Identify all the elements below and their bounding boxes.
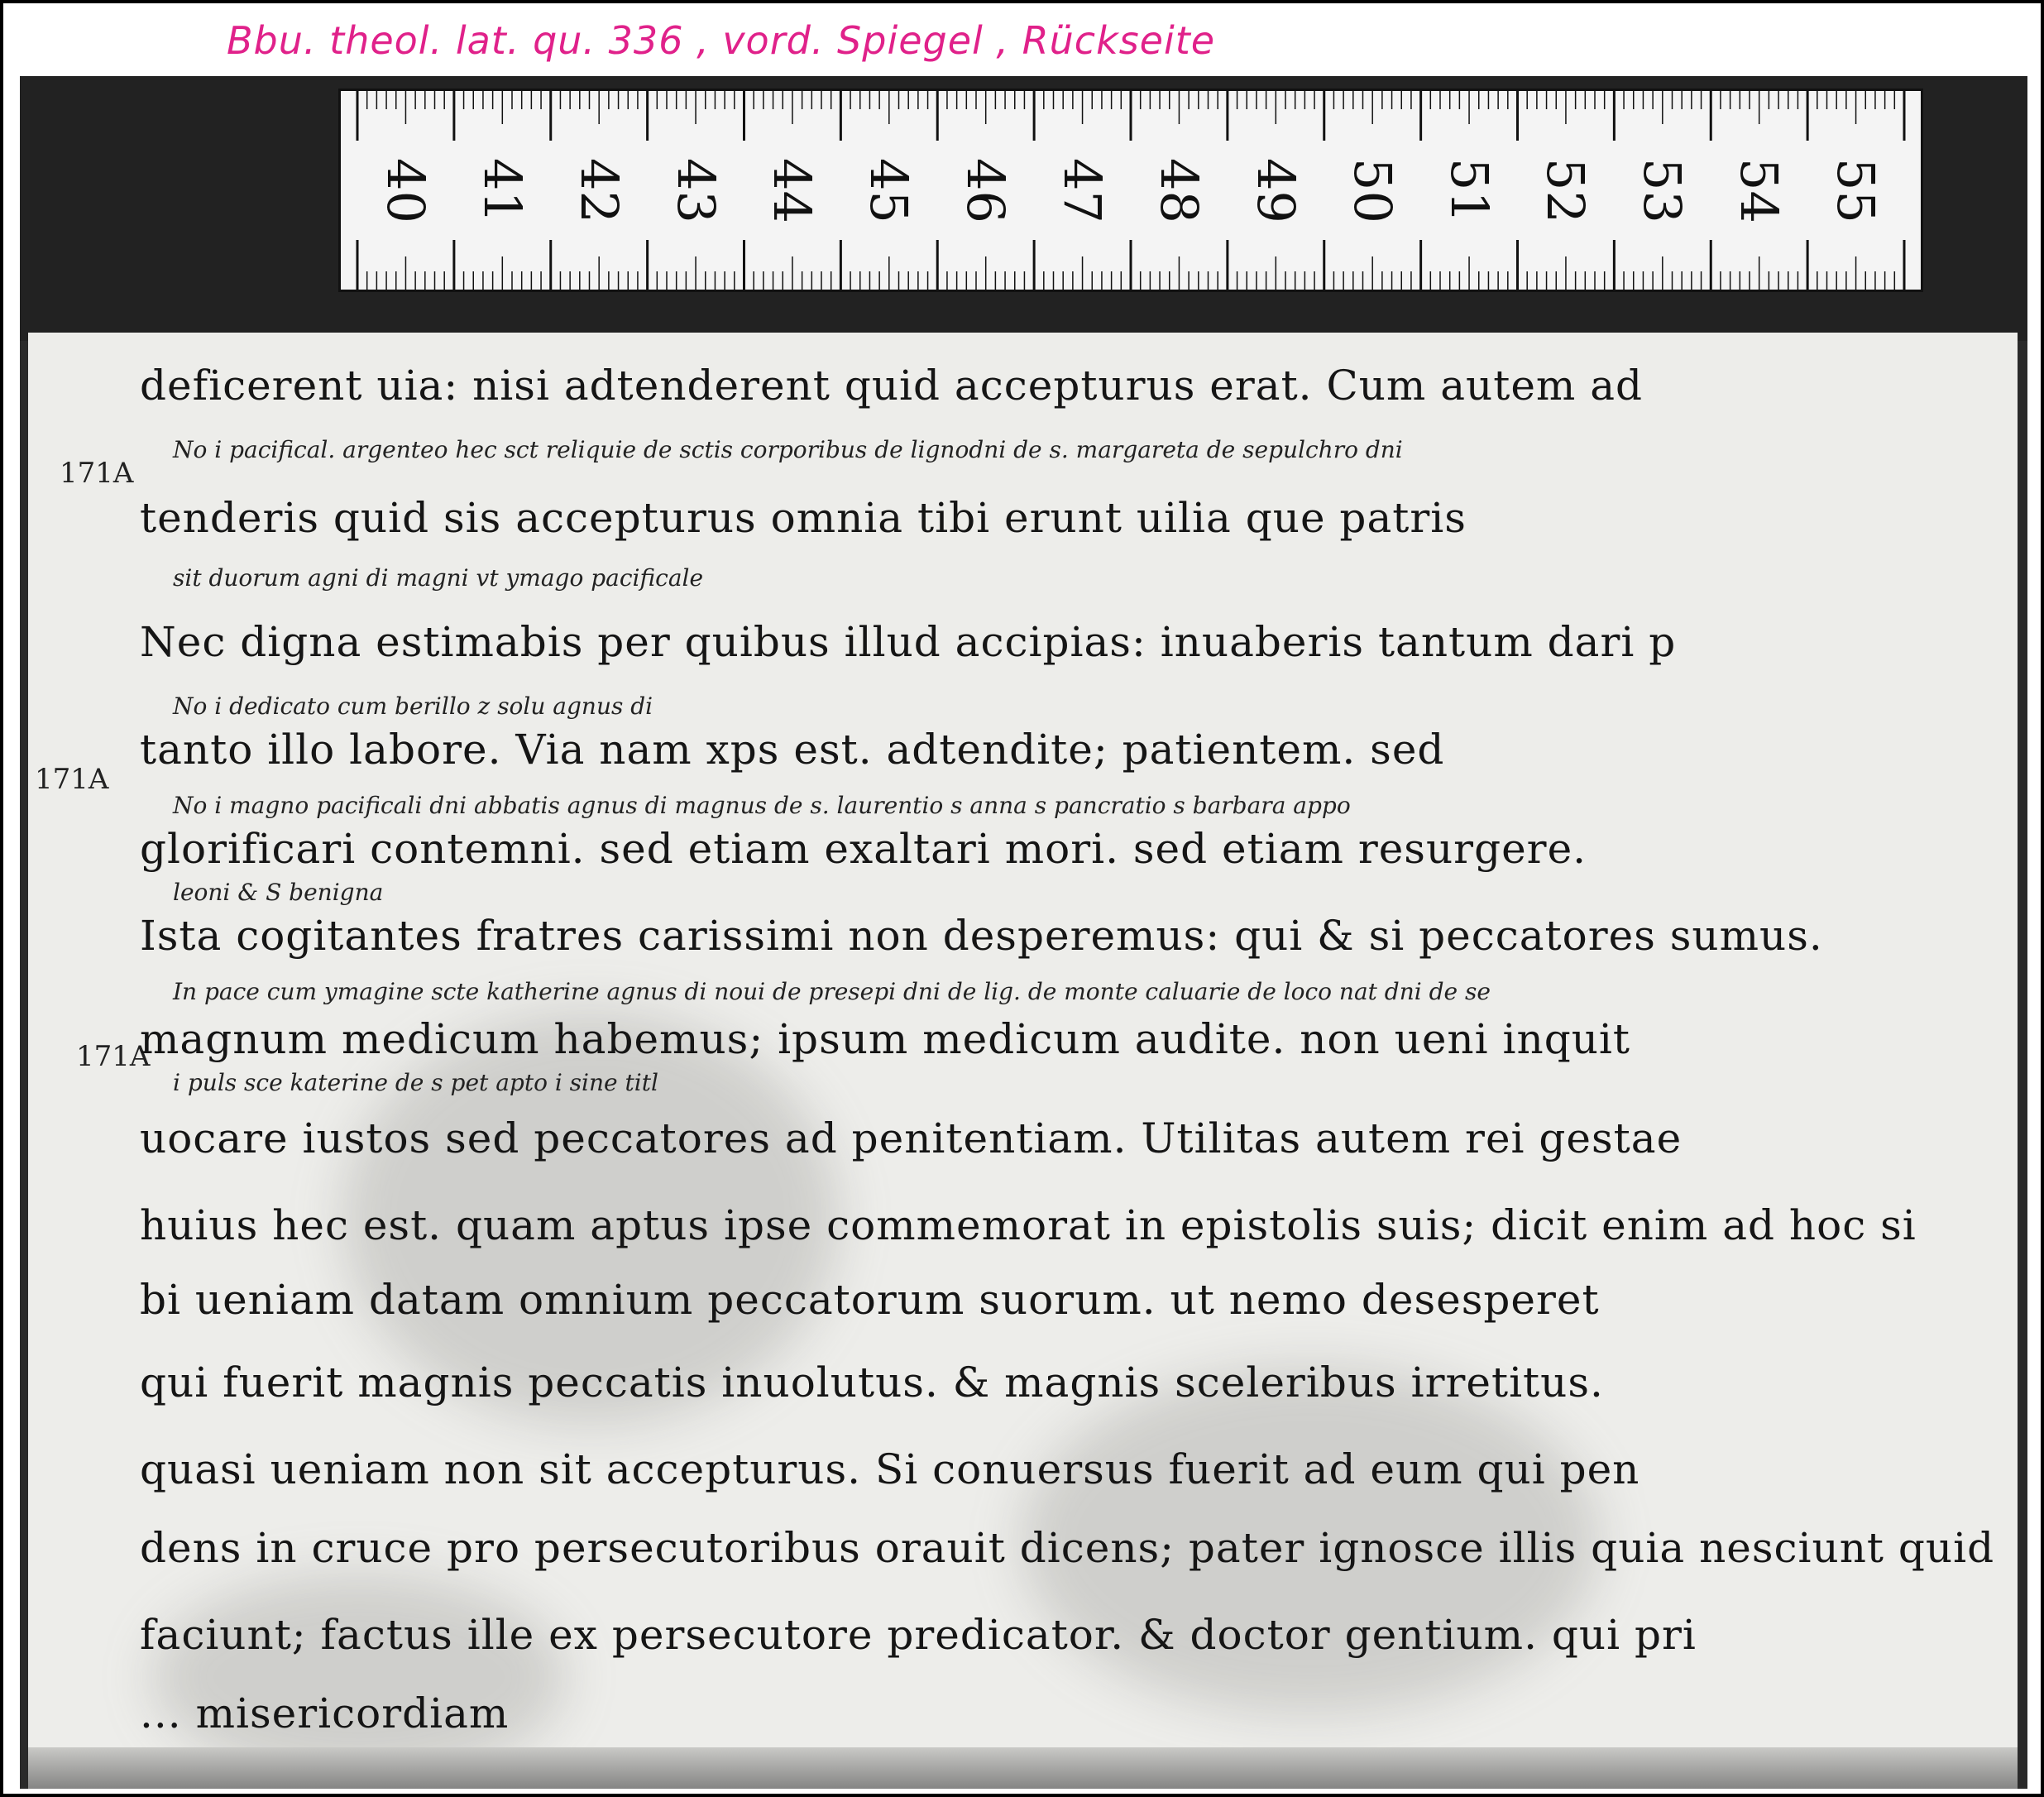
manuscript-line: deficerent uia: nisi adtenderent quid ac…: [140, 362, 1644, 410]
ruler-number: 41: [472, 157, 533, 223]
ruler-number: 46: [955, 157, 1017, 223]
manuscript-line: Nec digna estimabis per quibus illud acc…: [140, 618, 1677, 666]
ruler-number: 55: [1826, 157, 1887, 223]
ruler-cell: 48: [1131, 91, 1228, 290]
manuscript-line: tanto illo labore. Via nam xps est. adte…: [140, 726, 1445, 774]
ruler-cell: 42: [551, 91, 648, 290]
manuscript-line: dens in cruce pro persecutoribus orauit …: [140, 1524, 1995, 1572]
manuscript-line: huius hec est. quam aptus ipse commemora…: [140, 1201, 1917, 1249]
ruler-cell: 52: [1518, 91, 1615, 290]
ruler-number: 49: [1245, 157, 1306, 223]
ruler-cell: 47: [1034, 91, 1131, 290]
gloss-line: leoni & S benigna: [173, 879, 384, 906]
ruler-cell: 43: [648, 91, 744, 290]
gloss-line: sit duorum agni di magni vt ymago pacifi…: [173, 564, 704, 592]
manuscript-page: 171A 171A 171A deficerent uia: nisi adte…: [28, 333, 2018, 1789]
gloss-line: In pace cum ymagine scte katherine agnus…: [173, 978, 1491, 1005]
ruler-number: 53: [1632, 157, 1693, 223]
manuscript-photo: 40 41 42 43 44 45 46 47 48 49 50 51 52 53 54 55 171A 17…: [20, 76, 2027, 1789]
page-bottom-edge: [28, 1747, 2018, 1789]
ruler-number: 48: [1148, 157, 1209, 223]
ruler-number: 52: [1535, 157, 1596, 223]
gloss-line: No i pacifical. argenteo hec sct reliqui…: [173, 436, 1403, 463]
ruler-cell: 44: [744, 91, 841, 290]
manuscript-line: glorificari contemni. sed etiam exaltari…: [140, 825, 1587, 873]
manuscript-line: quasi ueniam non sit accepturus. Si conu…: [140, 1445, 1640, 1493]
ruler-number: 42: [568, 157, 629, 223]
shelfmark-label: Bbu. theol. lat. qu. 336 , vord. Spiegel…: [227, 18, 1216, 63]
gloss-line: No i dedicato cum berillo z solu agnus d…: [173, 692, 653, 720]
ruler-number: 47: [1052, 157, 1113, 223]
ruler-cell: 49: [1228, 91, 1324, 290]
ruler-cell: 46: [937, 91, 1034, 290]
manuscript-line: ... misericordiam: [140, 1689, 510, 1737]
ruler-number: 40: [375, 157, 436, 223]
manuscript-line: Ista cogitantes fratres carissimi non de…: [140, 912, 1823, 960]
gloss-line: i puls sce katerine de s pet apto i sine…: [173, 1069, 658, 1096]
image-frame: Bbu. theol. lat. qu. 336 , vord. Spiegel…: [0, 0, 2044, 1797]
ruler-cell: 50: [1324, 91, 1421, 290]
manuscript-line: qui fuerit magnis peccatis inuolutus. & …: [140, 1359, 1604, 1406]
manuscript-line: magnum medicum habemus; ipsum medicum au…: [140, 1015, 1630, 1063]
ruler-cell: 51: [1421, 91, 1518, 290]
ruler-cell: 53: [1614, 91, 1711, 290]
measuring-ruler: 40 41 42 43 44 45 46 47 48 49 50 51 52 53 54 55: [338, 89, 1923, 292]
gloss-line: No i magno pacificali dni abbatis agnus …: [173, 792, 1351, 819]
ruler-cell: 40: [357, 91, 454, 290]
ruler-cell: 55: [1807, 91, 1904, 290]
manuscript-line: bi ueniam datam omnium peccatorum suorum…: [140, 1276, 1600, 1324]
ruler-number: 43: [665, 157, 726, 223]
ruler-number: 51: [1438, 157, 1500, 223]
ruler-cell: 45: [840, 91, 937, 290]
ruler-cell: 41: [454, 91, 551, 290]
ruler-number: 44: [762, 157, 823, 223]
manuscript-text: deficerent uia: nisi adtenderent quid ac…: [28, 333, 2018, 1789]
ruler-number: 54: [1729, 157, 1790, 223]
manuscript-line: tenderis quid sis accepturus omnia tibi …: [140, 494, 1467, 542]
manuscript-line: faciunt; factus ille ex persecutore pred…: [140, 1611, 1697, 1659]
ruler-number: 50: [1342, 157, 1403, 223]
ruler-cell: 54: [1711, 91, 1807, 290]
ruler-number: 45: [859, 157, 920, 223]
manuscript-line: uocare iustos sed peccatores ad penitent…: [140, 1114, 1683, 1162]
